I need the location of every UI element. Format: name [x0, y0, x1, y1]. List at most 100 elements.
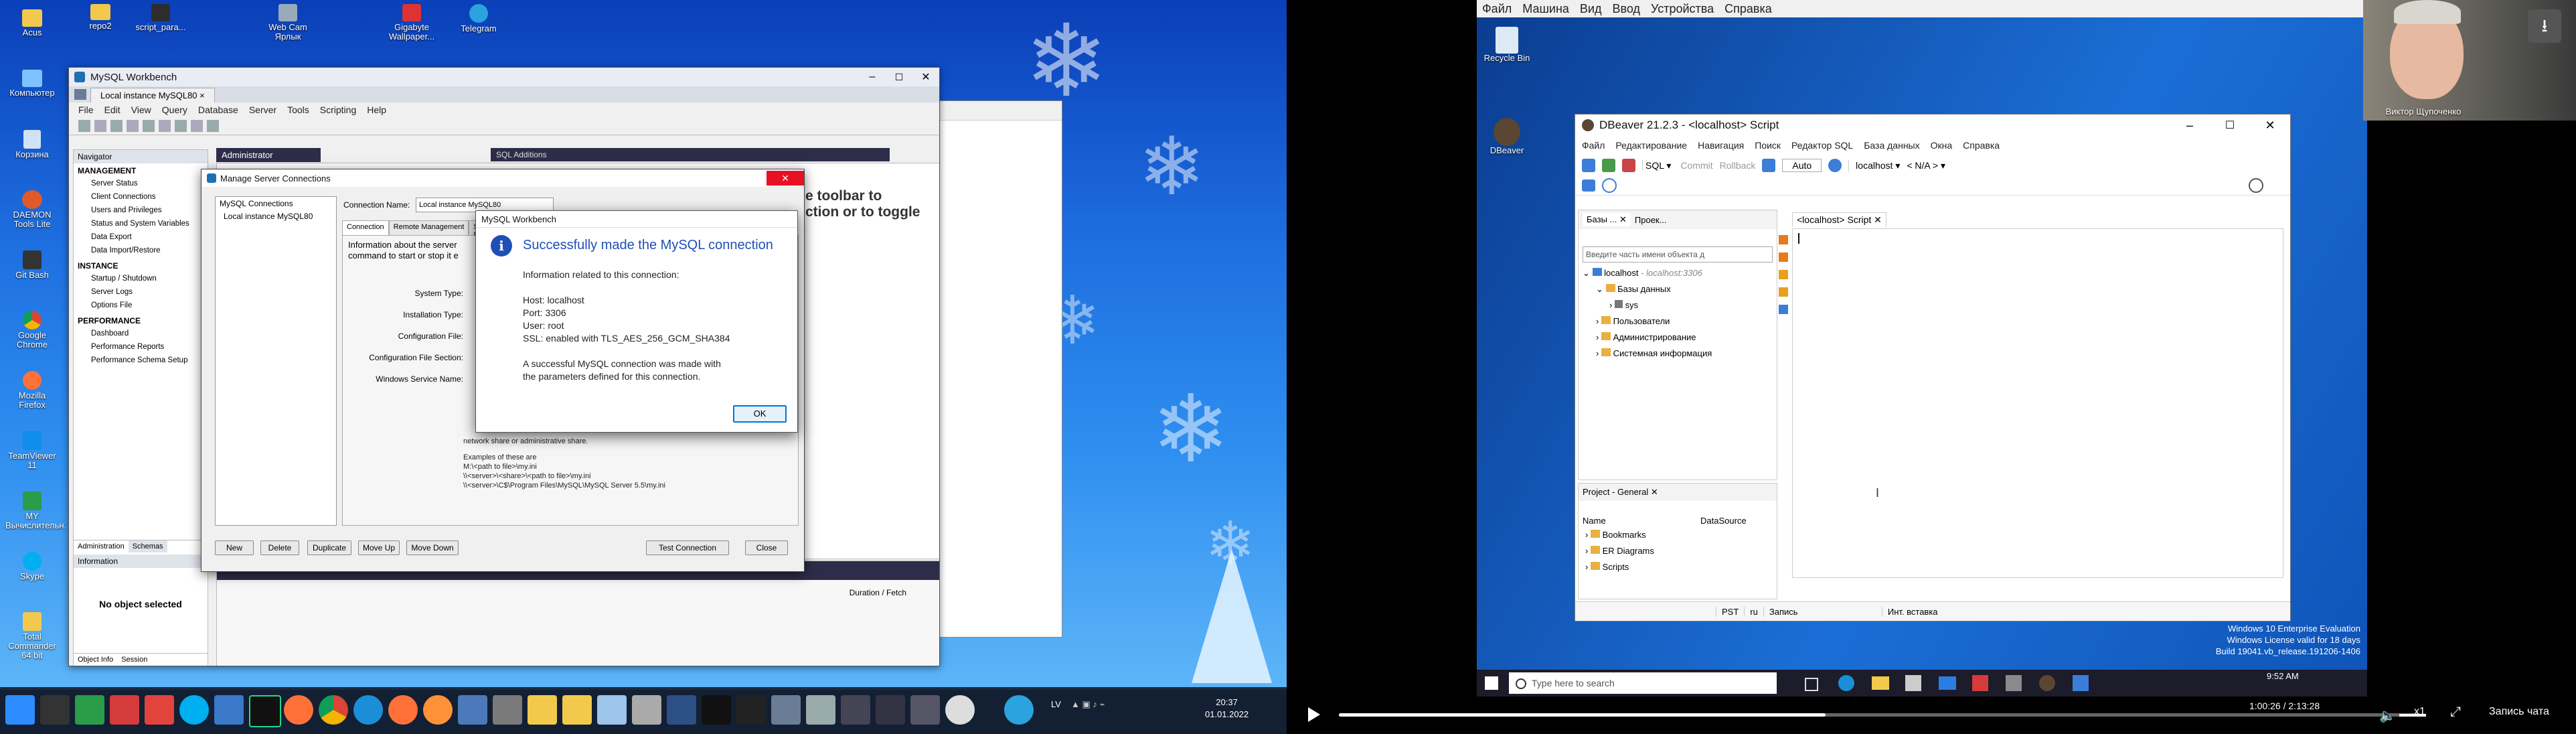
vm-menu-help[interactable]: Справка: [1724, 2, 1772, 16]
rollback-button[interactable]: Rollback: [1720, 160, 1756, 171]
search-icon[interactable]: [1602, 178, 1617, 193]
desktop-icon[interactable]: Acus: [5, 9, 59, 64]
vm-menu-machine[interactable]: Машина: [1522, 2, 1569, 16]
desktop-icon[interactable]: Skype: [5, 552, 59, 607]
vm-menu-input[interactable]: Ввод: [1613, 2, 1640, 16]
close-button[interactable]: ✕: [2250, 119, 2290, 133]
tree-node-system-info[interactable]: › Системная информация: [1583, 346, 1773, 362]
execute-script-icon[interactable]: [1779, 252, 1788, 262]
desktop-icon[interactable]: Telegram: [449, 4, 509, 33]
folder-icon[interactable]: [1872, 676, 1889, 690]
windows-start-icon[interactable]: [5, 695, 35, 725]
filter-input[interactable]: Введите часть имени объекта д: [1583, 246, 1773, 263]
nav-item-data-export[interactable]: Data Export: [91, 230, 208, 244]
db-menu-sql-editor[interactable]: Редактор SQL: [1791, 140, 1853, 151]
home-icon[interactable]: [74, 89, 86, 100]
tab-administration[interactable]: Administration: [74, 540, 129, 553]
menu-edit[interactable]: Edit: [104, 104, 120, 115]
schema-icon[interactable]: [110, 120, 123, 132]
sql-editor[interactable]: [1792, 228, 2283, 578]
firefox-icon[interactable]: [423, 695, 453, 725]
close-button[interactable]: ✕: [767, 171, 804, 186]
open-sql-icon[interactable]: [94, 120, 106, 132]
menu-view[interactable]: View: [131, 104, 151, 115]
app-icon[interactable]: [597, 695, 627, 725]
desktop-icon[interactable]: Компьютер: [5, 70, 59, 125]
db-menu-search[interactable]: Поиск: [1755, 140, 1781, 151]
col-datasource[interactable]: DataSource: [1700, 516, 1747, 526]
nav-item-options-file[interactable]: Options File: [91, 299, 208, 312]
menu-file[interactable]: File: [78, 104, 94, 115]
project-item-er-diagrams[interactable]: › ER Diagrams: [1585, 543, 1777, 559]
progress-track[interactable]: [1339, 713, 2421, 717]
view-icon[interactable]: [143, 120, 155, 132]
menu-tools[interactable]: Tools: [287, 104, 309, 115]
nav-item-data-import[interactable]: Data Import/Restore: [91, 244, 208, 257]
language-indicator[interactable]: LV: [1051, 699, 1061, 709]
vm-clock[interactable]: 9:52 AM: [2267, 671, 2299, 681]
desktop-icon[interactable]: Git Bash: [5, 250, 59, 305]
dbeaver-desktop-icon[interactable]: DBeaver: [1483, 118, 1530, 155]
menu-help[interactable]: Help: [367, 104, 386, 115]
close-button[interactable]: ✕: [912, 70, 939, 84]
tab-schemas[interactable]: Schemas: [128, 540, 167, 553]
format-icon[interactable]: [1779, 305, 1788, 314]
folder-icon[interactable]: [562, 695, 592, 725]
delete-button[interactable]: Delete: [260, 540, 299, 555]
duplicate-button[interactable]: Duplicate: [307, 540, 351, 555]
connect-icon[interactable]: [1602, 159, 1615, 172]
folder-icon[interactable]: [528, 695, 557, 725]
desktop-icon[interactable]: TeamViewer 11: [5, 431, 59, 486]
chat-record-button[interactable]: Запись чата: [2489, 706, 2549, 718]
db-icon[interactable]: [1582, 179, 1595, 192]
tree-node-administration[interactable]: › Администрирование: [1583, 329, 1773, 346]
app-icon[interactable]: [876, 695, 905, 725]
move-up-button[interactable]: Move Up: [358, 540, 400, 555]
app-icon[interactable]: [806, 695, 835, 725]
desktop-icon[interactable]: repo2: [74, 4, 127, 31]
windows-start-icon[interactable]: [1485, 676, 1498, 690]
pycharm-icon[interactable]: [249, 695, 281, 727]
db-menu-database[interactable]: База данных: [1864, 140, 1919, 151]
menu-query[interactable]: Query: [162, 104, 187, 115]
active-connection-selector[interactable]: localhost ▾: [1848, 159, 1900, 171]
sql-editor-button[interactable]: SQL ▾: [1642, 159, 1674, 171]
desktop-icon[interactable]: Total Commander 64 bit: [5, 612, 59, 667]
new-button[interactable]: New: [215, 540, 254, 555]
app-icon[interactable]: [910, 695, 940, 725]
app-icon[interactable]: [771, 695, 801, 725]
db-menu-help[interactable]: Справка: [1963, 140, 2000, 151]
execute-icon[interactable]: [1779, 235, 1788, 244]
store-icon[interactable]: [1905, 675, 1921, 691]
dialog-close-button[interactable]: Close: [745, 540, 788, 555]
vm-menu-devices[interactable]: Устройства: [1651, 2, 1714, 16]
desktop-icon[interactable]: Корзина: [5, 130, 59, 185]
app-icon[interactable]: [493, 695, 522, 725]
desktop-icon[interactable]: Gigabyte Wallpaper...: [382, 4, 442, 42]
vm-menu-file[interactable]: Файл: [1482, 2, 1512, 16]
menu-database[interactable]: Database: [198, 104, 238, 115]
nav-item-client-connections[interactable]: Client Connections: [91, 190, 208, 204]
desktop-icon[interactable]: Web Cam Ярлык: [258, 4, 318, 42]
download-button[interactable]: ⭳: [2528, 9, 2561, 43]
fullscreen-icon[interactable]: ⤢: [2450, 705, 2461, 720]
nav-item-dashboard[interactable]: Dashboard: [91, 327, 208, 340]
db-menu-file[interactable]: Файл: [1582, 140, 1605, 151]
tab-databases[interactable]: Базы ... ✕: [1583, 213, 1631, 226]
db-menu-window[interactable]: Окна: [1931, 140, 1953, 151]
function-icon[interactable]: [175, 120, 187, 132]
terminal-icon[interactable]: [736, 695, 766, 725]
menu-scripting[interactable]: Scripting: [320, 104, 356, 115]
procedure-icon[interactable]: [159, 120, 171, 132]
editor-tab[interactable]: <localhost> Script ✕: [1792, 212, 1886, 227]
tree-node-localhost[interactable]: ⌄ localhost - localhost:3306: [1583, 265, 1773, 281]
tab-projects[interactable]: Проек...: [1635, 215, 1667, 225]
search-icon[interactable]: [2249, 178, 2263, 193]
firefox-icon[interactable]: [388, 695, 418, 725]
test-connection-button[interactable]: Test Connection: [646, 540, 729, 555]
terminal-icon[interactable]: [40, 695, 70, 725]
recycle-bin[interactable]: Recycle Bin: [1483, 27, 1530, 63]
app-icon[interactable]: [2073, 675, 2089, 691]
db-menu-edit[interactable]: Редактирование: [1615, 140, 1687, 151]
app-icon[interactable]: [632, 695, 661, 725]
